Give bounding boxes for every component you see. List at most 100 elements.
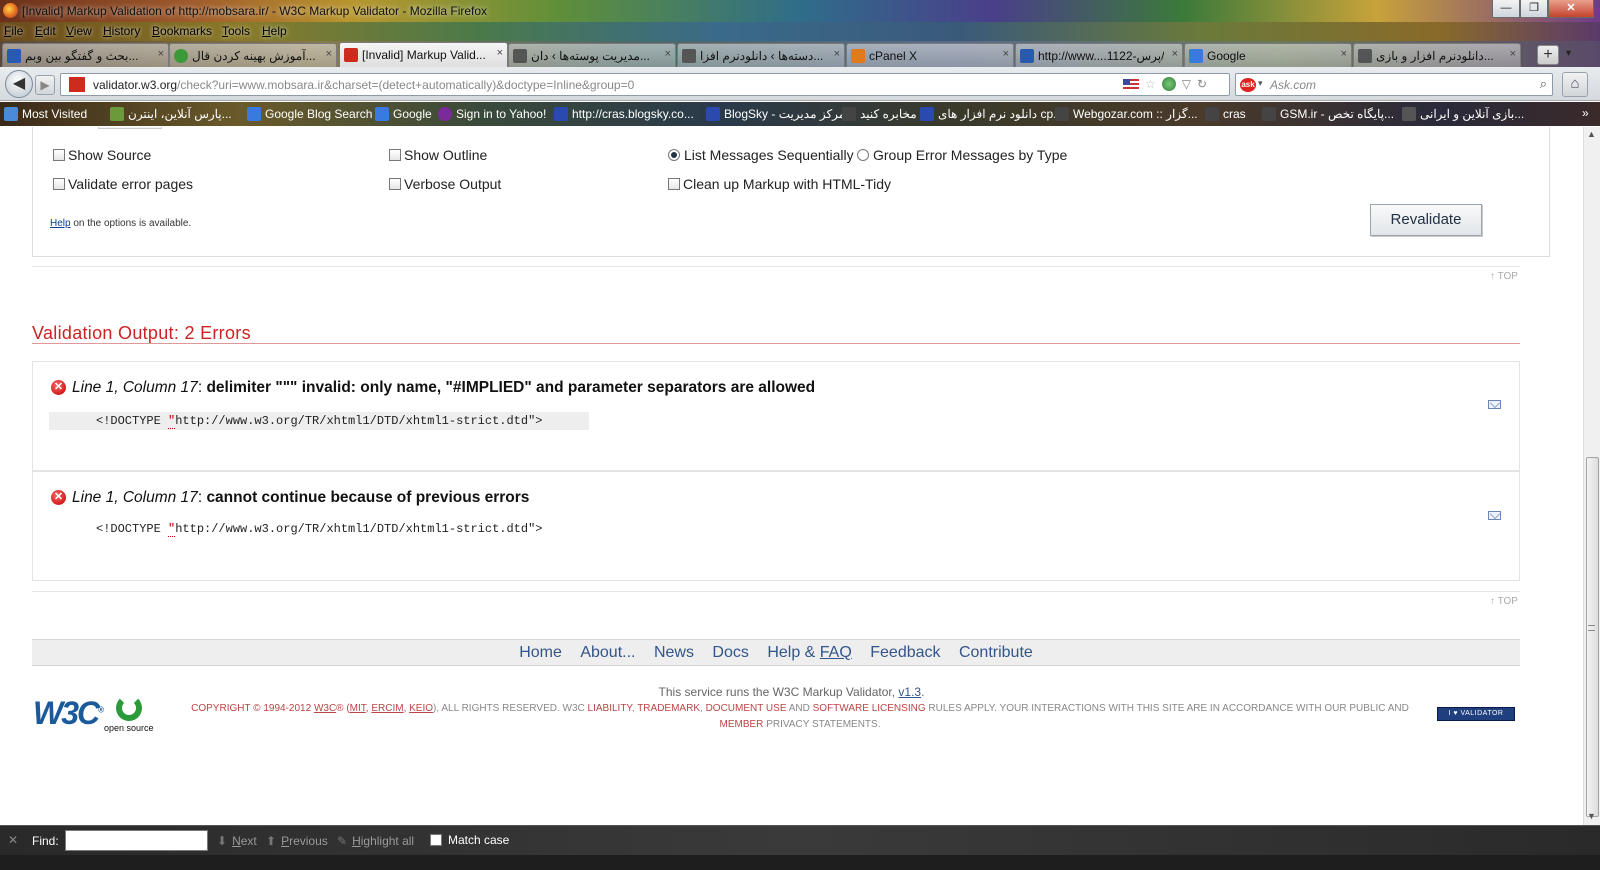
document-use-link[interactable]: document use bbox=[706, 703, 787, 714]
tab-close-icon[interactable]: × bbox=[1172, 48, 1178, 60]
tab-close-icon[interactable]: × bbox=[1510, 48, 1516, 60]
bookmarks-overflow-icon[interactable]: » bbox=[1582, 106, 1589, 120]
find-input[interactable] bbox=[65, 830, 208, 851]
find-previous-button[interactable]: ⬆ Previous bbox=[266, 834, 328, 848]
tab-close-icon[interactable]: × bbox=[326, 48, 332, 60]
menu-file[interactable]: File bbox=[4, 24, 23, 38]
back-button[interactable]: ◀ bbox=[5, 70, 33, 98]
footer-link-home[interactable]: Home bbox=[519, 644, 562, 661]
tab-close-icon[interactable]: × bbox=[497, 47, 503, 59]
tab-active[interactable]: [Invalid] Markup Valid... × bbox=[339, 42, 508, 67]
mail-icon[interactable] bbox=[1488, 400, 1501, 409]
list-sequential-radio[interactable] bbox=[668, 149, 680, 161]
minimize-button[interactable]: — bbox=[1492, 0, 1520, 18]
public-link[interactable]: public bbox=[1349, 703, 1385, 714]
bookmark-item[interactable]: مخابره کنید bbox=[842, 106, 917, 122]
tab-6[interactable]: http://www....1122-پرس/ × bbox=[1015, 43, 1183, 67]
bookmark-item[interactable]: GSM.ir - پایگاه تخص... bbox=[1262, 106, 1394, 122]
top-link[interactable]: ↑ TOP bbox=[1490, 271, 1518, 282]
search-icon[interactable]: ⌕ bbox=[1540, 76, 1547, 92]
w3c-link[interactable]: W3C bbox=[314, 703, 336, 714]
show-outline-option[interactable]: Show Outline bbox=[389, 147, 487, 163]
footer-link-faq[interactable]: FAQ bbox=[820, 644, 852, 661]
software-licensing-link[interactable]: software licensing bbox=[813, 703, 926, 714]
menu-tools[interactable]: Tools bbox=[222, 24, 250, 38]
validate-error-pages-checkbox[interactable] bbox=[53, 178, 65, 190]
match-case-checkbox[interactable] bbox=[430, 834, 442, 846]
bookmark-item[interactable]: cras bbox=[1205, 106, 1246, 122]
bookmark-item[interactable]: Webgozar.com :: گزار... bbox=[1055, 106, 1198, 122]
find-next-button[interactable]: ⬇ Next bbox=[217, 834, 257, 848]
show-source-checkbox[interactable] bbox=[53, 149, 65, 161]
close-window-button[interactable]: ✕ bbox=[1548, 0, 1594, 18]
tab-close-icon[interactable]: × bbox=[834, 48, 840, 60]
footer-link-docs[interactable]: Docs bbox=[712, 644, 748, 661]
tab-close-icon[interactable]: × bbox=[665, 48, 671, 60]
footer-link-news[interactable]: News bbox=[654, 644, 694, 661]
tab-3[interactable]: مدیریت پوسته‌ها › دان... × bbox=[508, 43, 676, 67]
highlight-all-button[interactable]: ✎ Highlight all bbox=[337, 834, 414, 848]
top-link[interactable]: ↑ TOP bbox=[1490, 596, 1518, 607]
footer-link-about[interactable]: About... bbox=[580, 644, 635, 661]
validate-error-pages-option[interactable]: Validate error pages bbox=[53, 176, 193, 192]
scrollbar-thumb[interactable] bbox=[1586, 457, 1599, 817]
bookmark-item[interactable]: دانلود نرم افزار های cp... bbox=[920, 106, 1063, 122]
mit-link[interactable]: MIT bbox=[350, 703, 366, 714]
footer-link-feedback[interactable]: Feedback bbox=[870, 644, 940, 661]
show-source-option[interactable]: Show Source bbox=[53, 147, 151, 163]
version-link[interactable]: v1.3 bbox=[898, 685, 921, 699]
home-button[interactable]: ⌂ bbox=[1562, 72, 1588, 97]
site-identity-icon[interactable] bbox=[69, 77, 85, 92]
reload-icon[interactable]: ↻ bbox=[1197, 77, 1207, 91]
forward-button[interactable]: ▶ bbox=[35, 75, 55, 95]
tab-close-icon[interactable]: × bbox=[1003, 48, 1009, 60]
verbose-output-option[interactable]: Verbose Output bbox=[389, 176, 501, 192]
tab-7[interactable]: Google × bbox=[1184, 43, 1352, 67]
member-link[interactable]: Member bbox=[720, 719, 764, 730]
maximize-button[interactable]: ❐ bbox=[1520, 0, 1548, 18]
group-by-type-radio[interactable] bbox=[857, 149, 869, 161]
bookmark-item[interactable]: http://cras.blogsky.co... bbox=[554, 106, 694, 122]
tab-close-icon[interactable]: × bbox=[158, 48, 164, 60]
tab-4[interactable]: دسته‌ها › دانلودنرم افزا... × bbox=[677, 43, 845, 67]
ercim-link[interactable]: ERCIM bbox=[371, 703, 403, 714]
open-source-logo[interactable]: open source bbox=[104, 695, 156, 739]
vertical-scrollbar[interactable]: ▲ ▼ bbox=[1583, 127, 1600, 825]
footer-link-help[interactable]: Help & bbox=[767, 644, 819, 661]
close-find-bar-icon[interactable]: ✕ bbox=[8, 833, 18, 847]
help-link[interactable]: Help bbox=[50, 218, 71, 229]
bookmark-star-icon[interactable]: ☆ bbox=[1145, 77, 1156, 91]
cleanup-tidy-checkbox[interactable] bbox=[668, 178, 680, 190]
bookmark-item[interactable]: Google bbox=[375, 106, 432, 122]
bookmark-item[interactable]: Sign in to Yahoo! bbox=[438, 106, 546, 122]
tab-5[interactable]: cPanel X × bbox=[846, 43, 1014, 67]
menu-view[interactable]: View bbox=[66, 24, 92, 38]
menu-edit[interactable]: Edit bbox=[35, 24, 56, 38]
bookmark-most-visited[interactable]: Most Visited bbox=[4, 106, 87, 122]
search-input[interactable]: Ask.com bbox=[1270, 78, 1316, 92]
liability-link[interactable]: liability bbox=[588, 703, 632, 714]
tab-0[interactable]: بحث و گفتگو بین وبم... × bbox=[2, 43, 169, 67]
show-outline-checkbox[interactable] bbox=[389, 149, 401, 161]
verbose-output-checkbox[interactable] bbox=[389, 178, 401, 190]
i-love-validator-badge[interactable]: I ♥ VALIDATOR bbox=[1437, 707, 1515, 721]
search-bar[interactable]: ask ▾ Ask.com ⌕ bbox=[1235, 73, 1553, 96]
group-by-type-option[interactable]: Group Error Messages by Type bbox=[857, 147, 1067, 163]
url-text[interactable]: validator.w3.org/check?uri=www.mobsara.i… bbox=[93, 78, 634, 92]
menu-history[interactable]: History bbox=[103, 24, 140, 38]
tab-8[interactable]: دانلودنرم افزار و بازی... × bbox=[1353, 43, 1521, 67]
menu-bookmarks[interactable]: Bookmarks bbox=[152, 24, 212, 38]
bookmark-item[interactable]: Google Blog Search bbox=[247, 106, 372, 122]
list-sequential-option[interactable]: List Messages Sequentially bbox=[668, 147, 854, 163]
scroll-up-icon[interactable]: ▲ bbox=[1587, 129, 1596, 139]
new-tab-button[interactable]: + bbox=[1537, 45, 1559, 65]
ask-engine-icon[interactable]: ask bbox=[1240, 78, 1256, 92]
match-case-option[interactable]: Match case bbox=[430, 833, 509, 847]
w3c-logo[interactable]: W3C® bbox=[33, 695, 104, 732]
footer-link-contribute[interactable]: Contribute bbox=[959, 644, 1033, 661]
bookmark-item[interactable]: BlogSky - مرکز مدیریت bbox=[706, 106, 845, 122]
bookmark-item[interactable]: بازی آنلاین و ایرانی... bbox=[1402, 106, 1524, 122]
bookmark-item[interactable]: پارس آنلاین، اینترن... bbox=[110, 106, 232, 122]
chevron-down-icon[interactable]: ▾ bbox=[1258, 78, 1263, 89]
url-bar[interactable]: validator.w3.org/check?uri=www.mobsara.i… bbox=[60, 73, 1230, 96]
